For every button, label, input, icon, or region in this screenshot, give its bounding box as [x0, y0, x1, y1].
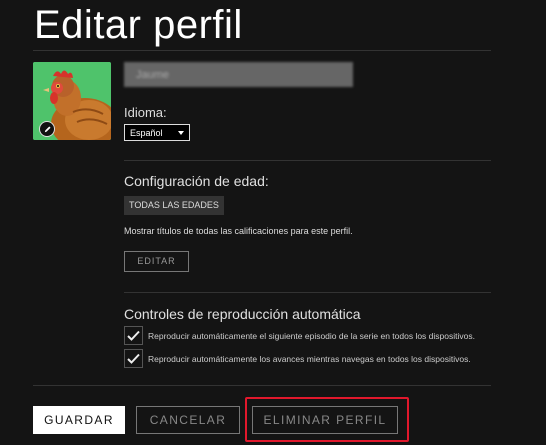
- edit-age-button[interactable]: EDITAR: [124, 251, 189, 272]
- cancel-button[interactable]: CANCELAR: [136, 406, 240, 434]
- autoplay-section-title: Controles de reproducción automática: [124, 306, 361, 322]
- autoplay-previews-option[interactable]: Reproducir automáticamente los avances m…: [124, 349, 471, 368]
- language-select[interactable]: Español: [124, 124, 190, 141]
- pencil-icon[interactable]: [39, 121, 55, 137]
- checkmark-icon: [127, 330, 140, 341]
- profile-name-input[interactable]: [124, 62, 353, 87]
- autoplay-next-episode-label: Reproducir automáticamente el siguiente …: [148, 330, 475, 341]
- save-button[interactable]: GUARDAR: [33, 406, 125, 434]
- age-rating-badge: TODAS LAS EDADES: [124, 196, 224, 215]
- autoplay-next-episode-option[interactable]: Reproducir automáticamente el siguiente …: [124, 326, 475, 345]
- top-divider: [33, 50, 491, 51]
- autoplay-next-episode-checkbox[interactable]: [124, 326, 143, 345]
- language-label: Idioma:: [124, 105, 167, 120]
- autoplay-previews-label: Reproducir automáticamente los avances m…: [148, 353, 471, 364]
- language-selected-value: Español: [130, 127, 163, 138]
- delete-highlight-box: [245, 397, 409, 442]
- page-title: Editar perfil: [34, 3, 243, 47]
- age-section-title: Configuración de edad:: [124, 173, 269, 189]
- section-divider: [124, 160, 491, 161]
- age-description: Mostrar títulos de todas las calificacio…: [124, 226, 353, 236]
- autoplay-previews-checkbox[interactable]: [124, 349, 143, 368]
- section-divider: [124, 292, 491, 293]
- checkmark-icon: [127, 353, 140, 364]
- chevron-down-icon: [178, 130, 184, 135]
- bottom-divider: [33, 385, 491, 386]
